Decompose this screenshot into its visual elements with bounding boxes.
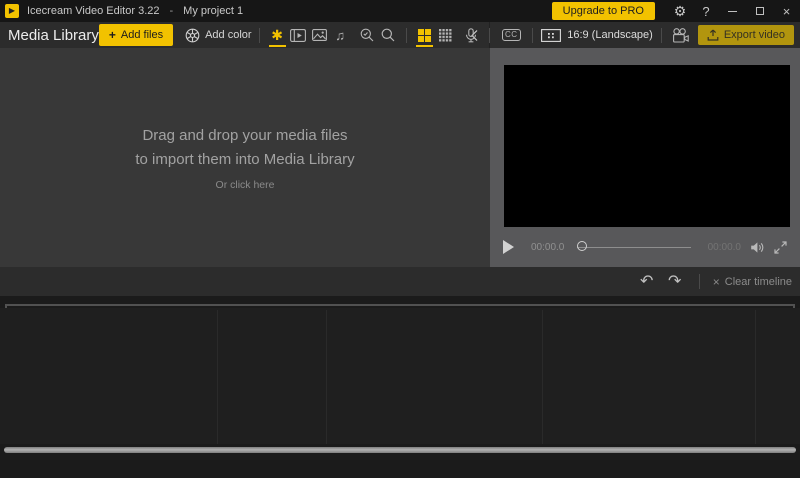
toolbar: Media Library + Add files Add color ✱ ♫ … — [0, 22, 800, 48]
seek-slider[interactable] — [577, 240, 691, 254]
media-dropzone[interactable]: Drag and drop your media files to import… — [0, 48, 490, 267]
filter-all-tab[interactable]: ✱ — [267, 23, 288, 47]
title-bar: ▶ Icecream Video Editor 3.22 - My projec… — [0, 0, 800, 22]
toolbar-divider — [532, 27, 534, 43]
subtitles-button[interactable]: CC — [498, 23, 524, 47]
toolbar-divider — [405, 27, 407, 43]
clear-timeline-button[interactable]: × Clear timeline — [713, 276, 792, 288]
clear-timeline-label: Clear timeline — [724, 275, 792, 288]
maximize-icon — [755, 7, 764, 15]
video-camera-button[interactable] — [670, 23, 691, 47]
timeline-gridline — [217, 310, 218, 444]
aspect-ratio-selector[interactable]: 16:9 (Landscape) — [541, 28, 653, 42]
dropzone-click-here-link[interactable]: Or click here — [216, 179, 275, 191]
timeline-panel — [0, 296, 800, 478]
settings-gear-icon[interactable]: ⚙ — [667, 0, 693, 22]
toolbar-divider — [660, 27, 662, 43]
toolbar-divider — [258, 27, 260, 43]
color-wheel-icon — [185, 28, 200, 43]
dropzone-text-line1: Drag and drop your media files — [142, 127, 348, 145]
voiceover-button[interactable] — [460, 23, 481, 47]
microphone-icon — [464, 27, 478, 43]
music-note-icon: ♫ — [335, 27, 345, 43]
export-upload-icon — [707, 29, 719, 41]
project-name: My project 1 — [183, 5, 244, 17]
timeline-horizontal-scrollbar[interactable] — [4, 447, 796, 453]
timeline-tracks[interactable] — [0, 308, 800, 444]
play-button[interactable] — [503, 240, 514, 254]
history-divider — [698, 274, 700, 289]
add-color-button[interactable]: Add color — [185, 28, 252, 43]
magnifier-check-icon — [360, 28, 374, 42]
content-row: Drag and drop your media files to import… — [0, 48, 800, 267]
toolbar-divider — [489, 27, 491, 43]
add-files-label: Add files — [120, 29, 164, 41]
close-button[interactable]: × — [773, 0, 800, 22]
view-small-grid-button[interactable] — [435, 23, 456, 47]
add-files-button[interactable]: + Add files — [98, 24, 174, 46]
star-icon: ✱ — [271, 27, 283, 43]
player-toolbar: CC 16:9 (Landscape) Export video — [465, 22, 800, 48]
volume-button[interactable] — [750, 241, 765, 254]
large-grid-icon — [417, 28, 431, 42]
fullscreen-button[interactable] — [774, 240, 787, 254]
plus-icon: + — [108, 28, 116, 42]
seek-track — [577, 246, 691, 248]
export-video-label: Export video — [723, 29, 785, 41]
aspect-ratio-icon — [541, 28, 562, 42]
filter-videos-tab[interactable] — [288, 23, 309, 47]
media-library-title: Media Library — [8, 26, 99, 44]
film-camera-icon — [672, 27, 689, 43]
export-video-button[interactable]: Export video — [697, 25, 794, 45]
seek-handle[interactable] — [577, 241, 588, 251]
app-logo-icon: ▶ — [5, 4, 19, 18]
search-button[interactable] — [378, 23, 399, 47]
preview-panel: 00:00.0 00:00.0 — [490, 48, 800, 267]
minimize-icon — [728, 10, 737, 12]
video-preview-screen — [504, 65, 790, 227]
current-time: 00:00.0 — [531, 241, 565, 253]
history-bar: ↶ ↷ × Clear timeline — [0, 267, 800, 296]
clear-x-icon: × — [712, 274, 720, 289]
playback-controls: 00:00.0 00:00.0 — [490, 227, 800, 267]
total-time: 00:00.0 — [707, 241, 741, 253]
timeline-gridline — [326, 310, 327, 444]
view-large-grid-button[interactable] — [414, 23, 435, 47]
zoom-thumbnails-button[interactable] — [357, 23, 378, 47]
filter-images-tab[interactable] — [309, 23, 330, 47]
upgrade-to-pro-button[interactable]: Upgrade to PRO — [551, 2, 655, 20]
media-library-toolbar: Media Library + Add files Add color ✱ ♫ — [0, 22, 490, 48]
help-button[interactable]: ? — [693, 0, 719, 22]
timeline-gridline — [755, 310, 756, 444]
filter-audio-tab[interactable]: ♫ — [330, 23, 351, 47]
app-title: Icecream Video Editor 3.22 — [27, 5, 160, 17]
timeline-gridline — [542, 310, 543, 444]
video-file-icon — [290, 28, 307, 42]
timeline-ruler — [5, 304, 795, 311]
small-grid-icon — [438, 28, 452, 42]
image-file-icon — [311, 29, 327, 41]
title-separator: - — [169, 5, 174, 17]
undo-button[interactable]: ↶ — [636, 273, 658, 290]
aspect-ratio-label: 16:9 (Landscape) — [567, 29, 653, 41]
cc-icon: CC — [501, 28, 521, 42]
maximize-button[interactable] — [746, 0, 773, 22]
dropzone-text-line2: to import them into Media Library — [135, 150, 355, 168]
search-icon — [381, 28, 395, 42]
minimize-button[interactable] — [719, 0, 746, 22]
add-color-label: Add color — [205, 29, 252, 41]
redo-button[interactable]: ↷ — [664, 273, 686, 290]
